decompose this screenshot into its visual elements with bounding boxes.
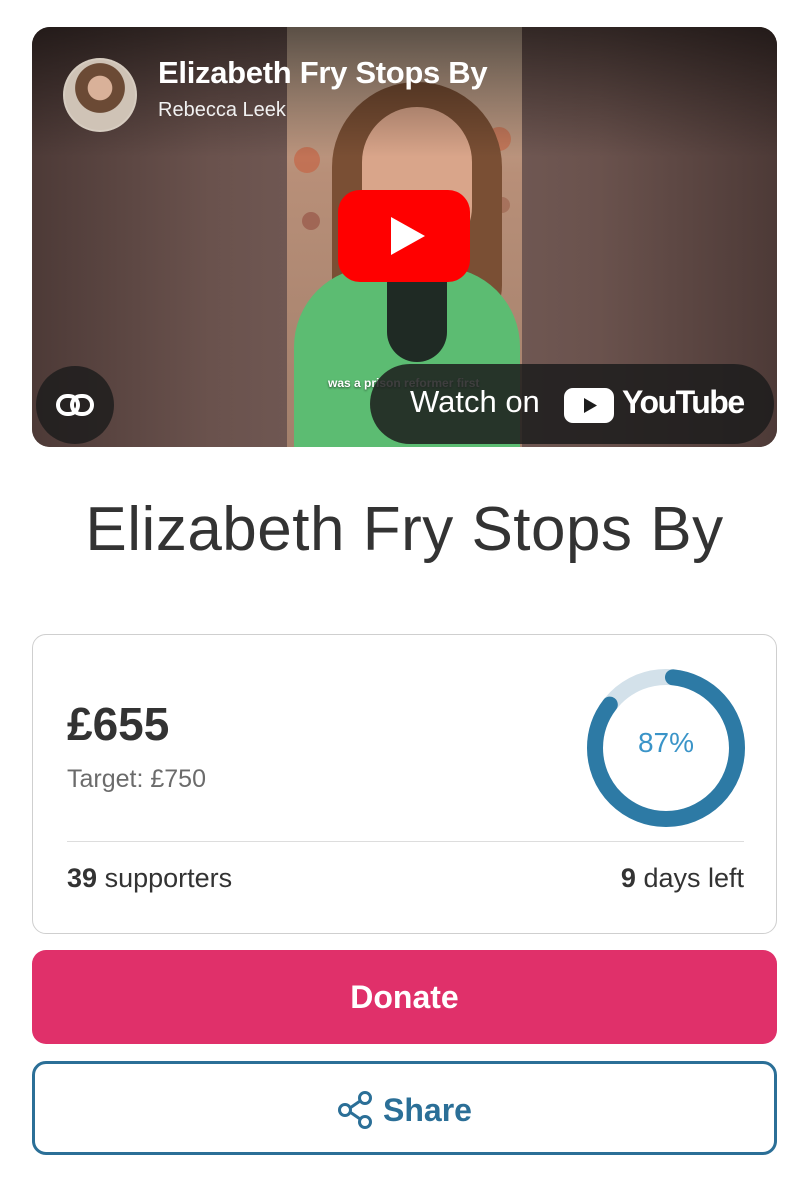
supporters-label: supporters	[104, 863, 233, 893]
share-button[interactable]: Share	[32, 1061, 777, 1155]
donate-button[interactable]: Donate	[32, 950, 777, 1044]
play-button[interactable]	[338, 190, 470, 282]
video-embed[interactable]: Elizabeth Fry Stops By Rebecca Leek was …	[32, 27, 777, 447]
days-left: 9 days left	[621, 863, 744, 894]
share-icon	[338, 1090, 373, 1129]
video-top-shade	[32, 27, 777, 157]
youtube-wordmark: YouTube	[622, 384, 745, 420]
video-title[interactable]: Elizabeth Fry Stops By	[158, 55, 488, 91]
video-channel-name[interactable]: Rebecca Leek	[158, 99, 286, 122]
page-title: Elizabeth Fry Stops By	[85, 495, 724, 564]
days-left-label: days left	[643, 863, 744, 893]
fundraising-stats-card: £655 Target: £750 87% 39 supporters 9 da…	[32, 634, 777, 934]
supporters-number: 39	[67, 863, 98, 893]
target-amount: Target: £750	[67, 765, 206, 793]
amount-raised: £655	[67, 698, 170, 750]
supporters-count: 39 supporters	[67, 863, 232, 894]
progress-percent: 87%	[637, 727, 695, 758]
card-divider	[67, 841, 744, 842]
youtube-logo-icon	[564, 388, 614, 423]
link-icon	[56, 394, 94, 416]
share-label: Share	[383, 1092, 472, 1128]
copy-link-button[interactable]	[36, 366, 114, 444]
channel-avatar[interactable]	[63, 58, 137, 132]
watch-on-label: Watch on	[410, 384, 540, 419]
days-number: 9	[620, 863, 636, 893]
watch-on-youtube-button[interactable]: Watch on YouTube	[370, 364, 774, 444]
video-person-top	[387, 282, 447, 362]
wallpaper-flower	[302, 212, 320, 230]
play-icon	[391, 217, 425, 255]
share-button-content: Share	[35, 1090, 774, 1132]
